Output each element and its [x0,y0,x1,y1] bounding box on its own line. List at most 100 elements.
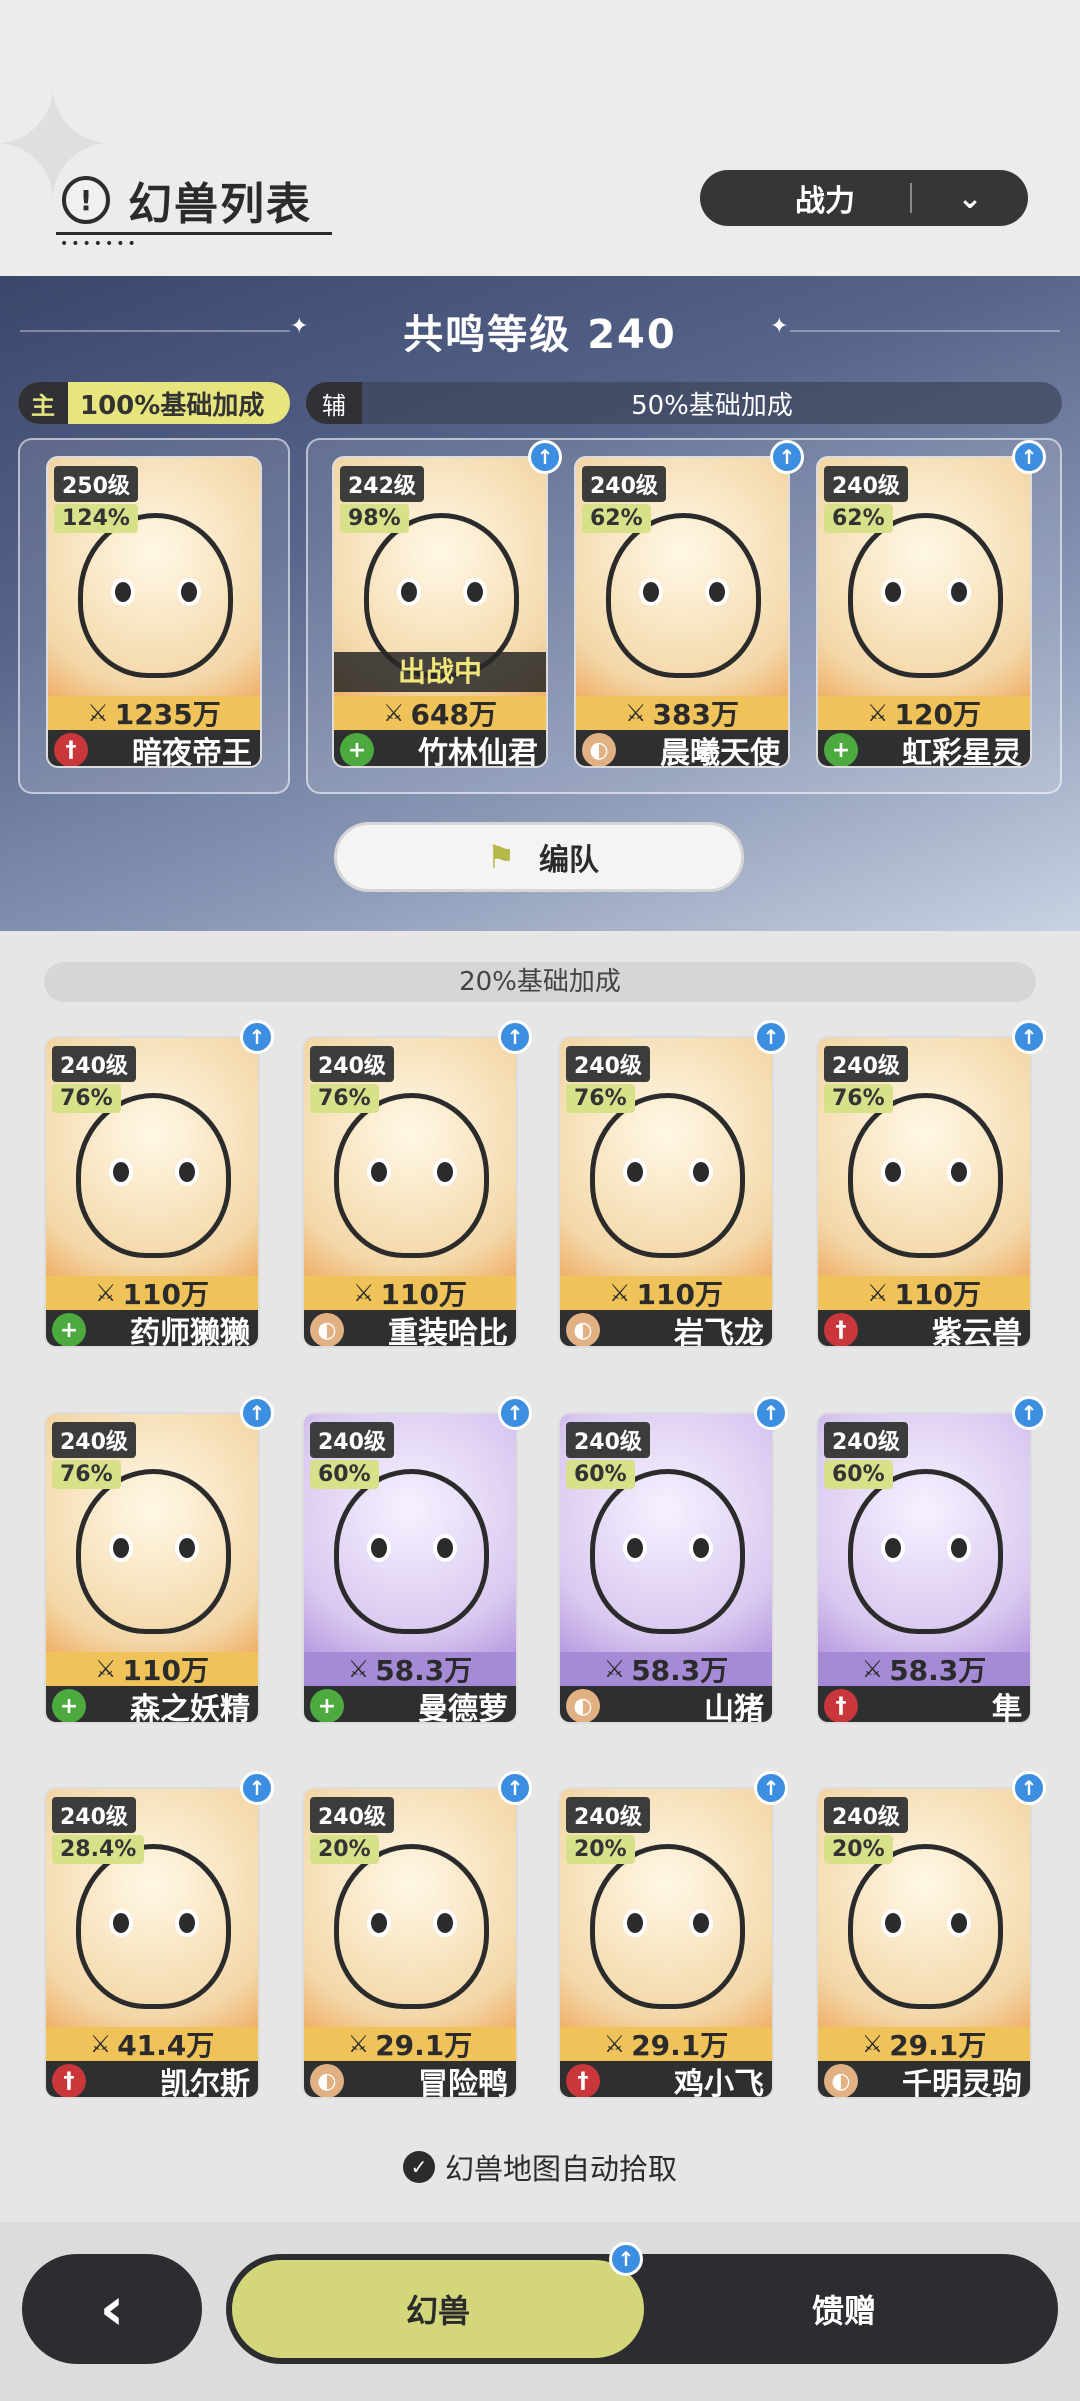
chevron-left-icon: ‹ [99,2274,125,2344]
beasts-card[interactable]: 240级 76% ⚔ 110万 + 药师獭獭 [44,1036,260,1348]
upgrade-arrow-icon[interactable]: ↑ [240,1771,274,1805]
page-title-group: ! 幻兽列表 [62,168,312,232]
beast-name-bar: † 凯尔斯 [46,2061,258,2099]
level-badge: 240级 [52,1046,136,1082]
beasts-card[interactable]: 240级 76% ⚔ 110万 + 森之妖精 [44,1412,260,1724]
aux-bonus-label: 50%基础加成 [631,390,793,421]
beast-figure [848,1093,1003,1258]
upgrade-arrow-icon[interactable]: ↑ [1012,1771,1046,1805]
upgrade-arrow-icon[interactable]: ↑ [498,1396,532,1430]
back-button[interactable]: ‹ [22,2254,202,2364]
upgrade-arrow-icon[interactable]: ↑ [1012,440,1046,474]
beast-figure [590,1469,745,1634]
power-value: ⚔ 110万 [560,1276,772,1311]
beast-figure [848,513,1003,678]
beasts-card[interactable]: 240级 20% ⚔ 29.1万 ◐ 冒险鸭 [302,1787,518,2099]
upgrade-arrow-icon: ↑ [609,2242,643,2276]
checkbox-checked-icon[interactable]: ✓ [402,2151,435,2183]
beast-name: 山猪 [704,1692,764,1724]
beast-name-bar: + 虹彩星灵 [818,730,1030,768]
bonus-percent: 76% [310,1084,379,1113]
team-card[interactable]: 250级 124% ⚔ 1235万 † 暗夜帝王 [46,456,262,768]
upgrade-arrow-icon[interactable]: ↑ [498,1771,532,1805]
beast-name-bar: ◐ 岩飞龙 [560,1310,772,1346]
beast-name-bar: + 森之妖精 [46,1686,258,1722]
bonus-percent: 20% [310,1835,379,1864]
main-bonus-tag: 主 100%基础加成 [18,382,290,424]
sword-icon: † [824,1689,858,1722]
beast-name-bar: ◐ 千明灵驹 [818,2061,1030,2097]
upgrade-arrow-icon[interactable]: ↑ [528,440,562,474]
team-card[interactable]: 242级 98% 出战中 ⚔ 648万 + 竹林仙君 [332,456,548,768]
sort-dropdown[interactable]: 战力 ⌄ [700,170,1028,226]
plus-icon: + [340,733,374,766]
beast-name-bar: † 隼 [818,1686,1030,1722]
beasts-card[interactable]: 240级 60% ⚔ 58.3万 † 隼 [816,1412,1032,1724]
upgrade-arrow-icon[interactable]: ↑ [498,1020,532,1054]
team-card[interactable]: 240级 62% ⚔ 120万 + 虹彩星灵 [816,456,1032,768]
swords-icon: ⚔ [87,699,109,727]
team-formation-button[interactable]: ⚑ 编队 [334,822,744,892]
bonus-percent: 60% [824,1460,893,1489]
power-value: ⚔ 110万 [818,1276,1030,1311]
swords-icon: ⚔ [95,1279,117,1307]
flag-icon: ⚑ [486,838,516,876]
power-value: ⚔ 110万 [46,1652,258,1687]
plus-icon: + [310,1689,344,1722]
beasts-card[interactable]: 240级 20% ⚔ 29.1万 ◐ 千明灵驹 [816,1787,1032,2099]
level-badge: 240级 [824,1046,908,1082]
upgrade-arrow-icon[interactable]: ↑ [240,1396,274,1430]
beast-name: 虹彩星灵 [902,736,1022,768]
sort-label: 战力 [795,184,855,219]
beast-figure [334,1844,489,2009]
bonus-percent: 60% [310,1460,379,1489]
beast-figure [606,513,761,678]
beast-name: 凯尔斯 [160,2067,250,2099]
team-card[interactable]: 240级 62% ⚔ 383万 ◐ 晨曦天使 [574,456,790,768]
upgrade-arrow-icon[interactable]: ↑ [1012,1020,1046,1054]
tab-gift[interactable]: 馈赠 [644,2260,1044,2358]
swords-icon: ⚔ [861,2030,884,2058]
bonus-percent: 62% [824,504,893,533]
upgrade-arrow-icon[interactable]: ↑ [754,1396,788,1430]
bonus-percent: 76% [52,1460,121,1489]
power-value: ⚔ 110万 [46,1276,258,1311]
auto-pickup-toggle[interactable]: ✓ 幻兽地图自动拾取 [0,2146,1080,2188]
level-badge: 240级 [52,1797,136,1833]
beast-name-bar: † 鸡小飞 [560,2061,772,2097]
upgrade-arrow-icon[interactable]: ↑ [754,1771,788,1805]
info-icon[interactable]: ! [62,176,110,224]
upgrade-arrow-icon[interactable]: ↑ [240,1020,274,1054]
beasts-card[interactable]: 240级 76% ⚔ 110万 ◐ 重装哈比 [302,1036,518,1348]
beasts-card[interactable]: 240级 28.4% ⚔ 41.4万 † 凯尔斯 [44,1787,260,2099]
swords-icon: ⚔ [603,2030,626,2058]
aux-badge: 辅 [306,382,362,424]
beast-figure [590,1093,745,1258]
swords-icon: ⚔ [867,699,889,727]
beast-figure [590,1844,745,2009]
beasts-card[interactable]: 240级 60% ⚔ 58.3万 ◐ 山猪 [558,1412,774,1724]
bonus-percent: 76% [824,1084,893,1113]
plus-icon: + [52,1313,86,1346]
swords-icon: ⚔ [347,2030,370,2058]
beast-name-bar: ◐ 重装哈比 [304,1310,516,1346]
upgrade-arrow-icon[interactable]: ↑ [770,440,804,474]
tab-beast[interactable]: 幻兽 [232,2260,644,2358]
level-badge: 240级 [52,1422,136,1458]
power-value: ⚔ 29.1万 [304,2027,516,2062]
beast-name: 药师獭獭 [130,1316,250,1348]
swords-icon: ⚔ [625,699,647,727]
bonus-percent: 76% [52,1084,121,1113]
beasts-card[interactable]: 240级 20% ⚔ 29.1万 † 鸡小飞 [558,1787,774,2099]
beast-figure [78,513,233,678]
beast-name-bar: ◐ 冒险鸭 [304,2061,516,2097]
beasts-card[interactable]: 240级 76% ⚔ 110万 ◐ 岩飞龙 [558,1036,774,1348]
level-badge: 250级 [54,466,138,502]
beasts-card[interactable]: 240级 60% ⚔ 58.3万 + 曼德萝 [302,1412,518,1724]
resonance-level: 共鸣等级 240 [403,312,677,358]
beasts-card[interactable]: 240级 76% ⚔ 110万 † 紫云兽 [816,1036,1032,1348]
upgrade-arrow-icon[interactable]: ↑ [754,1020,788,1054]
level-badge: 240级 [310,1046,394,1082]
swords-icon: ⚔ [603,1655,626,1683]
upgrade-arrow-icon[interactable]: ↑ [1012,1396,1046,1430]
